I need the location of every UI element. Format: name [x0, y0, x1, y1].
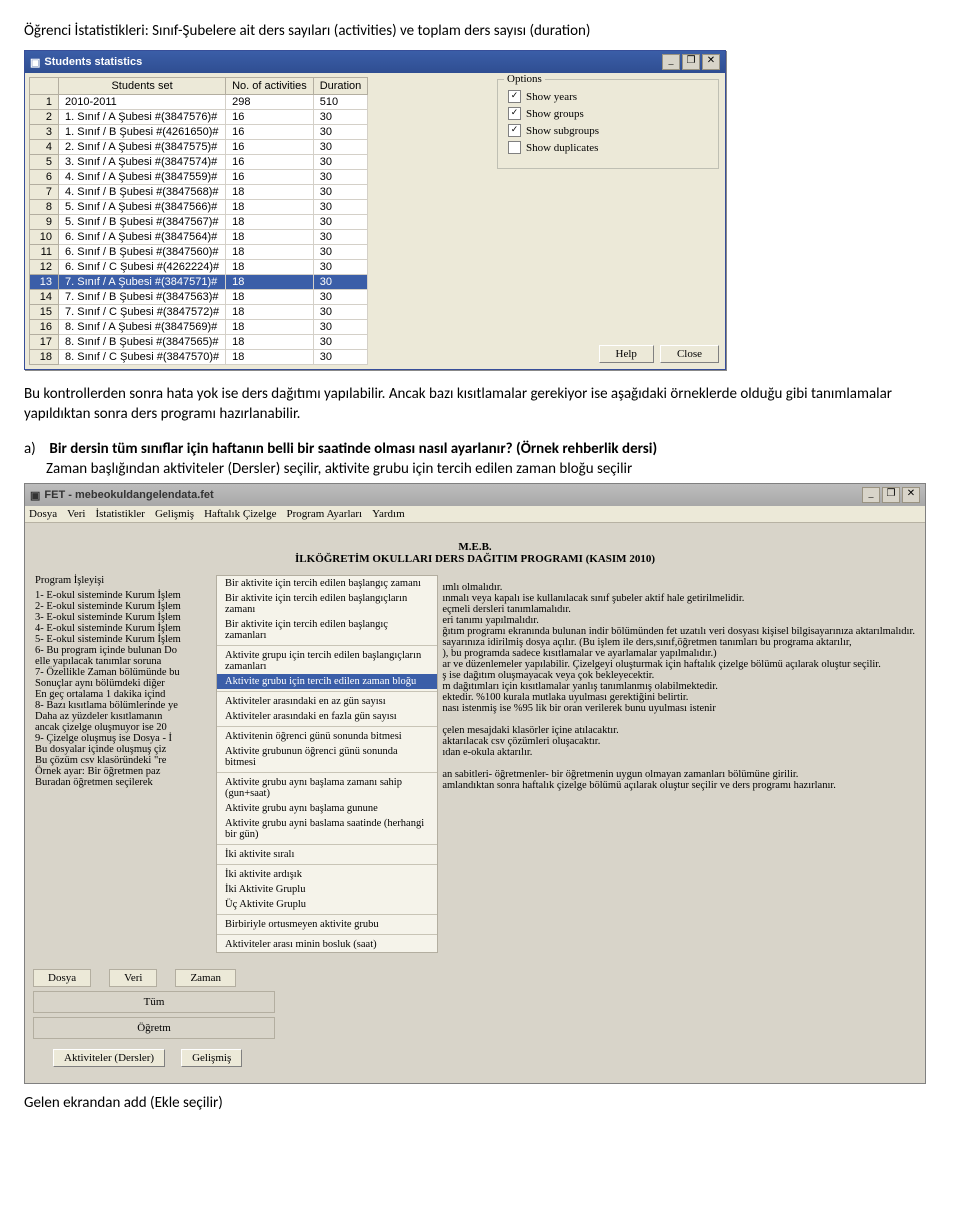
close-button[interactable]: ✕ — [902, 487, 920, 503]
table-row[interactable]: 137. Sınıf / A Şubesi #(3847571)#1830 — [30, 275, 368, 290]
app-icon: ▣ — [30, 56, 40, 69]
dropdown-item[interactable]: Aktivite grubunun öğrenci günü sonunda b… — [217, 744, 437, 770]
list-a-rest: Zaman başlığından aktiviteler (Dersler) … — [46, 460, 632, 478]
maximize-button[interactable]: ❐ — [882, 487, 900, 503]
table-row[interactable]: 64. Sınıf / A Şubesi #(3847559)#1630 — [30, 170, 368, 185]
tab-veri[interactable]: Veri — [109, 969, 157, 987]
right-text: ımlı olmalıdır.ınmalı veya kapalı ise ku… — [438, 571, 915, 953]
dropdown-item[interactable]: Aktiviteler arası minin bosluk (saat) — [217, 937, 437, 952]
button-geli-mi-[interactable]: Gelişmiş — [181, 1049, 242, 1067]
list-item-a: a) Bir dersin tüm sınıflar için haftanın… — [46, 439, 936, 480]
window-title: Students statistics — [44, 56, 142, 68]
minimize-button[interactable]: _ — [662, 54, 680, 70]
dropdown-item[interactable]: İki aktivite ardışık — [217, 867, 437, 882]
dropdown-item[interactable]: Bir aktivite için tercih edilen başlangı… — [217, 591, 437, 617]
field-box[interactable]: Öğretm — [33, 1017, 275, 1039]
table-row[interactable]: 188. Sınıf / C Şubesi #(3847570)#1830 — [30, 350, 368, 365]
tab-dosya[interactable]: Dosya — [33, 969, 91, 987]
students-statistics-window: ▣ Students statistics _ ❐ ✕ Students set… — [24, 50, 726, 370]
table-row[interactable]: 116. Sınıf / B Şubesi #(3847560)#1830 — [30, 245, 368, 260]
table-row[interactable]: 12010-2011298510 — [30, 95, 368, 110]
close-button[interactable]: ✕ — [702, 54, 720, 70]
action-buttons: Aktiviteler (Dersler) Gelişmiş — [53, 1049, 925, 1067]
tab-zaman[interactable]: Zaman — [175, 969, 236, 987]
dropdown-item[interactable]: Aktivite grubu aynı başlama zamanı sahip… — [217, 775, 437, 801]
table-row[interactable]: 31. Sınıf / B Şubesi #(4261650)#1630 — [30, 125, 368, 140]
table-row[interactable]: 95. Sınıf / B Şubesi #(3847567)#1830 — [30, 215, 368, 230]
table-row[interactable]: 85. Sınıf / A Şubesi #(3847566)#1830 — [30, 200, 368, 215]
table-row[interactable]: 126. Sınıf / C Şubesi #(4262224)#1830 — [30, 260, 368, 275]
dropdown-item[interactable]: Bir aktivite için tercih edilen başlangı… — [217, 617, 437, 643]
table-row[interactable]: 178. Sınıf / B Şubesi #(3847565)#1830 — [30, 335, 368, 350]
list-label-a: a) — [24, 439, 46, 459]
field-box[interactable]: Tüm — [33, 991, 275, 1013]
checkbox-show-duplicates[interactable]: Show duplicates — [508, 141, 708, 154]
dropdown-item[interactable]: Aktivite grubu ayni baslama saatinde (he… — [217, 816, 437, 842]
meb-subtitle: İLKÖĞRETİM OKULLARI DERS DAĞITIM PROGRAM… — [25, 553, 925, 565]
dropdown-item[interactable]: Aktivite grubu için tercih edilen zaman … — [217, 674, 437, 689]
dropdown-item[interactable]: Bir aktivite için tercih edilen başlangı… — [217, 576, 437, 591]
menu-yardım[interactable]: Yardım — [372, 508, 405, 520]
checkbox-show-years[interactable]: ✓Show years — [508, 90, 708, 103]
dropdown-item[interactable]: Aktivitenin öğrenci günü sonunda bitmesi — [217, 729, 437, 744]
menu-dosya[interactable]: Dosya — [29, 508, 57, 520]
table-row[interactable]: 53. Sınıf / A Şubesi #(3847574)#1630 — [30, 155, 368, 170]
options-legend: Options — [504, 73, 545, 85]
menu-i̇statistikler[interactable]: İstatistikler — [95, 508, 145, 520]
fet-window: ▣ FET - mebeokuldangelendata.fet _ ❐ ✕ D… — [24, 483, 926, 1084]
zaman-dropdown[interactable]: Bir aktivite için tercih edilen başlangı… — [216, 575, 438, 953]
dropdown-item[interactable]: İki Aktivite Gruplu — [217, 882, 437, 897]
dropdown-item[interactable]: Aktivite grupu için tercih edilen başlan… — [217, 648, 437, 674]
menu-veri[interactable]: Veri — [67, 508, 85, 520]
stats-table[interactable]: Students setNo. of activitiesDuration120… — [29, 77, 368, 365]
bottom-caption: Gelen ekrandan add (Ekle seçilir) — [24, 1094, 936, 1112]
table-row[interactable]: 21. Sınıf / A Şubesi #(3847576)#1630 — [30, 110, 368, 125]
options-box: Options ✓Show years✓Show groups✓Show sub… — [497, 79, 719, 169]
help-button[interactable]: Help — [599, 345, 654, 363]
paragraph-1: Bu kontrollerden sonra hata yok ise ders… — [24, 384, 936, 425]
dropdown-item[interactable]: Aktiviteler arasındaki en fazla gün sayı… — [217, 709, 437, 724]
app-icon: ▣ — [30, 489, 40, 502]
doc-title: Öğrenci İstatistikleri: Sınıf-Şubelere a… — [24, 22, 936, 40]
table-row[interactable]: 106. Sınıf / A Şubesi #(3847564)#1830 — [30, 230, 368, 245]
table-row[interactable]: 147. Sınıf / B Şubesi #(3847563)#1830 — [30, 290, 368, 305]
table-row[interactable]: 74. Sınıf / B Şubesi #(3847568)#1830 — [30, 185, 368, 200]
checkbox-show-groups[interactable]: ✓Show groups — [508, 107, 708, 120]
lower-tab-row: Dosya Veri Zaman — [33, 969, 925, 987]
meb-title: M.E.B. — [25, 541, 925, 553]
button-aktiviteler-dersler-[interactable]: Aktiviteler (Dersler) — [53, 1049, 165, 1067]
menu-gelişmiş[interactable]: Gelişmiş — [155, 508, 194, 520]
table-row[interactable]: 157. Sınıf / C Şubesi #(3847572)#1830 — [30, 305, 368, 320]
close-button-footer[interactable]: Close — [660, 345, 719, 363]
titlebar: ▣ Students statistics _ ❐ ✕ — [25, 51, 725, 73]
dropdown-item[interactable]: İki aktivite sıralı — [217, 847, 437, 862]
maximize-button[interactable]: ❐ — [682, 54, 700, 70]
menu-haftalık çizelge[interactable]: Haftalık Çizelge — [204, 508, 276, 520]
minimize-button[interactable]: _ — [862, 487, 880, 503]
dropdown-item[interactable]: Aktivite grubu aynı başlama gunune — [217, 801, 437, 816]
list-a-bold: Bir dersin tüm sınıflar için haftanın be… — [49, 440, 657, 458]
table-row[interactable]: 168. Sınıf / A Şubesi #(3847569)#1830 — [30, 320, 368, 335]
left-text: Program İşleyişi1- E-okul sisteminde Kur… — [35, 571, 216, 953]
fet-window-title: FET - mebeokuldangelendata.fet — [44, 489, 213, 501]
fet-titlebar: ▣ FET - mebeokuldangelendata.fet _ ❐ ✕ — [25, 484, 925, 506]
dropdown-item[interactable]: Aktiviteler arasındaki en az gün sayısı — [217, 694, 437, 709]
menubar[interactable]: Dosya Veri İstatistikler Gelişmiş Haftalık Ç… — [25, 506, 925, 523]
dropdown-item[interactable]: Birbiriyle ortusmeyen aktivite grubu — [217, 917, 437, 932]
table-row[interactable]: 42. Sınıf / A Şubesi #(3847575)#1630 — [30, 140, 368, 155]
dropdown-item[interactable]: Üç Aktivite Gruplu — [217, 897, 437, 912]
menu-program ayarları[interactable]: Program Ayarları — [286, 508, 362, 520]
checkbox-show-subgroups[interactable]: ✓Show subgroups — [508, 124, 708, 137]
